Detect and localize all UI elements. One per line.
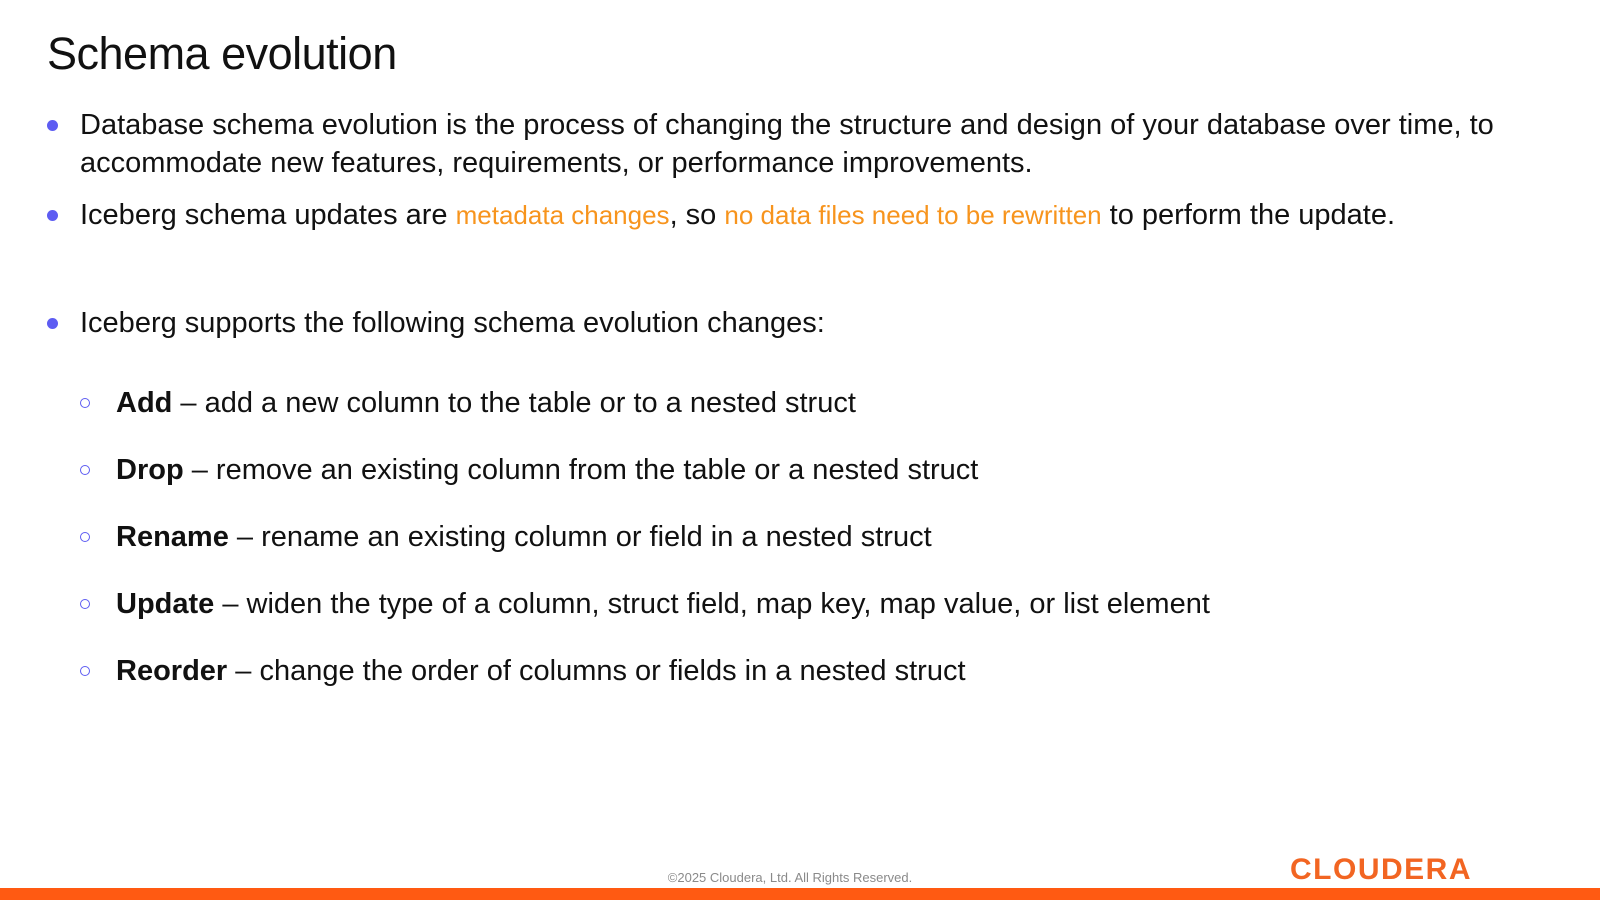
bullet-text-part: Iceberg schema updates are bbox=[80, 199, 456, 231]
change-description: – remove an existing column from the tab… bbox=[183, 454, 979, 486]
change-term: Update bbox=[116, 588, 215, 620]
bullet-dot-icon bbox=[47, 120, 58, 131]
bullet-text: Iceberg schema updates are metadata chan… bbox=[80, 196, 1562, 234]
change-term: Drop bbox=[116, 454, 184, 486]
brand-color-bar bbox=[0, 888, 1600, 900]
sub-bullet-circle-icon bbox=[80, 465, 90, 475]
change-description: – add a new column to the table or to a … bbox=[172, 387, 856, 419]
change-item-update: Update – widen the type of a column, str… bbox=[80, 585, 1210, 623]
change-description: – widen the type of a column, struct fie… bbox=[214, 588, 1210, 620]
bullet-dot-icon bbox=[47, 210, 58, 221]
bullet-text: Database schema evolution is the process… bbox=[80, 109, 1494, 179]
bullet-supported-changes: Iceberg supports the following schema ev… bbox=[47, 304, 1562, 342]
change-item-reorder: Reorder – change the order of columns or… bbox=[80, 652, 966, 690]
change-term: Reorder bbox=[116, 655, 228, 687]
change-item-drop: Drop – remove an existing column from th… bbox=[80, 451, 978, 489]
sub-bullet-circle-icon bbox=[80, 532, 90, 542]
logo-text: CLOUDERA bbox=[1290, 853, 1472, 883]
bullet-text-part: , so bbox=[669, 199, 725, 231]
bullet-metadata-updates: Iceberg schema updates are metadata chan… bbox=[47, 196, 1562, 234]
change-item-add: Add – add a new column to the table or t… bbox=[80, 384, 856, 422]
bullet-schema-evolution-definition: Database schema evolution is the process… bbox=[47, 106, 1562, 182]
bullet-dot-icon bbox=[47, 318, 58, 329]
highlight-metadata-changes: metadata changes bbox=[455, 200, 670, 230]
bullet-text: Iceberg supports the following schema ev… bbox=[80, 307, 825, 339]
change-term: Add bbox=[116, 387, 173, 419]
sub-bullet-circle-icon bbox=[80, 398, 90, 408]
change-description: – change the order of columns or fields … bbox=[227, 655, 966, 687]
change-term: Rename bbox=[116, 521, 229, 553]
sub-bullet-circle-icon bbox=[80, 599, 90, 609]
change-description: – rename an existing column or field in … bbox=[228, 521, 932, 553]
change-item-rename: Rename – rename an existing column or fi… bbox=[80, 518, 932, 556]
cloudera-logo: CLOUDERA bbox=[1290, 853, 1472, 883]
highlight-no-rewrite: no data files need to be rewritten bbox=[724, 200, 1102, 230]
slide-title: Schema evolution bbox=[47, 28, 397, 79]
sub-bullet-circle-icon bbox=[80, 666, 90, 676]
bullet-text-part: to perform the update. bbox=[1101, 199, 1396, 231]
